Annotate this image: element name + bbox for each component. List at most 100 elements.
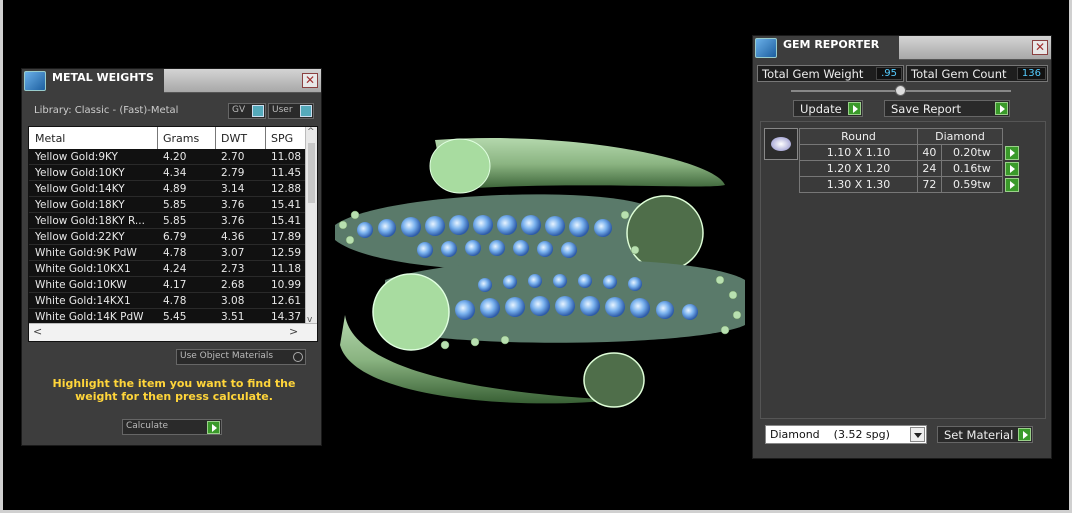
metal-table[interactable]: Metal Grams DWT SPG Yellow Gold:9KY 4.20 2… [28, 126, 318, 342]
grams-cell: 6.79 [163, 231, 187, 243]
gem-row[interactable]: 1.10 X 1.10 40 0.20tw [799, 144, 1021, 161]
gem-row[interactable]: 1.20 X 1.20 24 0.16tw [799, 160, 1021, 177]
gem-size-cell: 1.10 X 1.10 [799, 144, 918, 161]
table-row[interactable]: Yellow Gold:22KY 6.79 4.36 17.89 [29, 229, 307, 245]
vscroll-thumb[interactable] [308, 143, 315, 203]
metal-name-cell: White Gold:10KX1 [35, 263, 131, 275]
metal-name-cell: Yellow Gold:18KY [35, 199, 125, 211]
total-gem-count-value: 136 [1016, 67, 1046, 80]
gem-select-arrow-icon[interactable] [1004, 161, 1019, 176]
gem-select-arrow-icon[interactable] [1004, 177, 1019, 192]
gem-weight-cell: 0.59tw [940, 176, 1004, 193]
chevron-down-icon[interactable] [910, 427, 925, 442]
metal-weights-logo-icon [24, 71, 46, 91]
update-button[interactable]: Update [793, 100, 863, 117]
gem-row[interactable]: 1.30 X 1.30 72 0.59tw [799, 176, 1021, 193]
dwt-cell: 3.76 [221, 199, 245, 211]
total-gem-weight-value: .95 [876, 67, 902, 80]
table-row[interactable]: White Gold:9K PdW 4.78 3.07 12.59 [29, 245, 307, 261]
col-dwt[interactable]: DWT [221, 132, 247, 145]
use-object-materials-label: Use Object Materials [180, 351, 274, 361]
dwt-cell: 3.14 [221, 183, 245, 195]
metal-name-cell: White Gold:14KX1 [35, 295, 131, 307]
metal-name-cell: White Gold:10KW [35, 279, 127, 291]
update-label: Update [800, 102, 842, 116]
scroll-up-icon[interactable]: ^ [307, 127, 315, 137]
use-object-materials-toggle[interactable]: Use Object Materials [176, 349, 306, 365]
dwt-cell: 2.79 [221, 167, 245, 179]
set-material-button[interactable]: Set Material [937, 426, 1033, 443]
table-row[interactable]: Yellow Gold:10KY 4.34 2.79 11.45 [29, 165, 307, 181]
gem-slider[interactable] [791, 85, 1011, 96]
dwt-cell: 3.76 [221, 215, 245, 227]
material-select-value: Diamond (3.52 spg) [770, 428, 890, 441]
spg-cell: 15.41 [271, 215, 302, 227]
material-header: Diamond [917, 128, 1003, 145]
metal-name-cell: Yellow Gold:10KY [35, 167, 125, 179]
spg-cell: 11.18 [271, 263, 302, 275]
grams-cell: 4.78 [163, 295, 187, 307]
library-label: Library: Classic - (Fast)-Metal [34, 105, 179, 116]
table-row[interactable]: Yellow Gold:18KY R... 5.85 3.76 15.41 [29, 213, 307, 229]
close-icon[interactable]: ✕ [302, 73, 318, 88]
table-row[interactable]: Yellow Gold:18KY 5.85 3.76 15.41 [29, 197, 307, 213]
set-material-label: Set Material [944, 428, 1014, 442]
user-toggle[interactable]: User [268, 103, 314, 119]
metal-name-cell: Yellow Gold:14KY [35, 183, 125, 195]
metal-name-cell: White Gold:9K PdW [35, 247, 137, 259]
dwt-cell: 2.68 [221, 279, 245, 291]
gem-reporter-titlebar[interactable]: GEM REPORTER ✕ [753, 36, 1051, 60]
grams-cell: 4.34 [163, 167, 187, 179]
gem-table: Round Diamond 1.10 X 1.10 40 0.20tw 1.20 X … [799, 128, 1021, 193]
gem-weight-cell: 0.16tw [940, 160, 1004, 177]
grams-cell: 4.24 [163, 263, 187, 275]
gem-size-cell: 1.20 X 1.20 [799, 160, 918, 177]
metal-weights-titlebar[interactable]: METAL WEIGHTS ✕ [22, 69, 321, 93]
close-icon[interactable]: ✕ [1032, 40, 1048, 55]
table-row[interactable]: Yellow Gold:14KY 4.89 3.14 12.88 [29, 181, 307, 197]
dwt-cell: 3.51 [221, 311, 245, 323]
col-spg[interactable]: SPG [271, 132, 293, 145]
grams-cell: 5.45 [163, 311, 187, 323]
spg-cell: 14.37 [271, 311, 302, 323]
save-report-button[interactable]: Save Report [884, 100, 1010, 117]
dwt-cell: 3.08 [221, 295, 245, 307]
metal-weights-title: METAL WEIGHTS [52, 71, 154, 84]
scroll-right-icon[interactable]: > [289, 325, 298, 338]
gem-size-cell: 1.30 X 1.30 [799, 176, 918, 193]
total-gem-weight-field: Total Gem Weight .95 [757, 65, 904, 82]
spg-cell: 12.88 [271, 183, 302, 195]
table-row[interactable]: White Gold:10KW 4.17 2.68 10.99 [29, 277, 307, 293]
spg-cell: 10.99 [271, 279, 302, 291]
spg-cell: 11.08 [271, 151, 302, 163]
spg-cell: 12.59 [271, 247, 302, 259]
table-row[interactable]: White Gold:10KX1 4.24 2.73 11.18 [29, 261, 307, 277]
gem-select-arrow-icon[interactable] [1004, 145, 1019, 160]
ring-3d-viewport[interactable] [325, 130, 750, 415]
gem-reporter-panel: GEM REPORTER ✕ Total Gem Weight .95 Tota… [752, 35, 1052, 459]
round-diamond-icon[interactable] [764, 128, 798, 160]
col-metal[interactable]: Metal [35, 132, 65, 145]
gem-reporter-title-tab: GEM REPORTER [753, 36, 899, 60]
grams-cell: 5.85 [163, 199, 187, 211]
slider-knob[interactable] [895, 85, 906, 96]
total-gem-weight-label: Total Gem Weight [762, 67, 864, 81]
calculate-button[interactable]: Calculate [122, 419, 222, 435]
scroll-left-icon[interactable]: < [33, 325, 42, 338]
gv-label: GV [232, 105, 246, 115]
col-grams[interactable]: Grams [163, 132, 199, 145]
material-select[interactable]: Diamond (3.52 spg) [765, 425, 927, 444]
user-toggle-icon [300, 105, 312, 117]
metal-name-cell: Yellow Gold:18KY R... [35, 215, 145, 227]
table-row[interactable]: Yellow Gold:9KY 4.20 2.70 11.08 [29, 149, 307, 165]
play-arrow-icon [1018, 428, 1031, 441]
table-row[interactable]: White Gold:14KX1 4.78 3.08 12.61 [29, 293, 307, 309]
dwt-cell: 2.70 [221, 151, 245, 163]
play-arrow-icon [995, 102, 1008, 115]
gv-toggle[interactable]: GV [228, 103, 266, 119]
metal-weights-title-tab: METAL WEIGHTS [22, 69, 164, 93]
metal-table-vscroll[interactable]: ^ v [305, 127, 317, 325]
instruction-text: Highlight the item you want to find the … [52, 377, 296, 403]
metal-table-body: Yellow Gold:9KY 4.20 2.70 11.08 Yellow Gold:… [29, 149, 307, 325]
metal-table-hscroll[interactable]: < > [29, 323, 317, 341]
